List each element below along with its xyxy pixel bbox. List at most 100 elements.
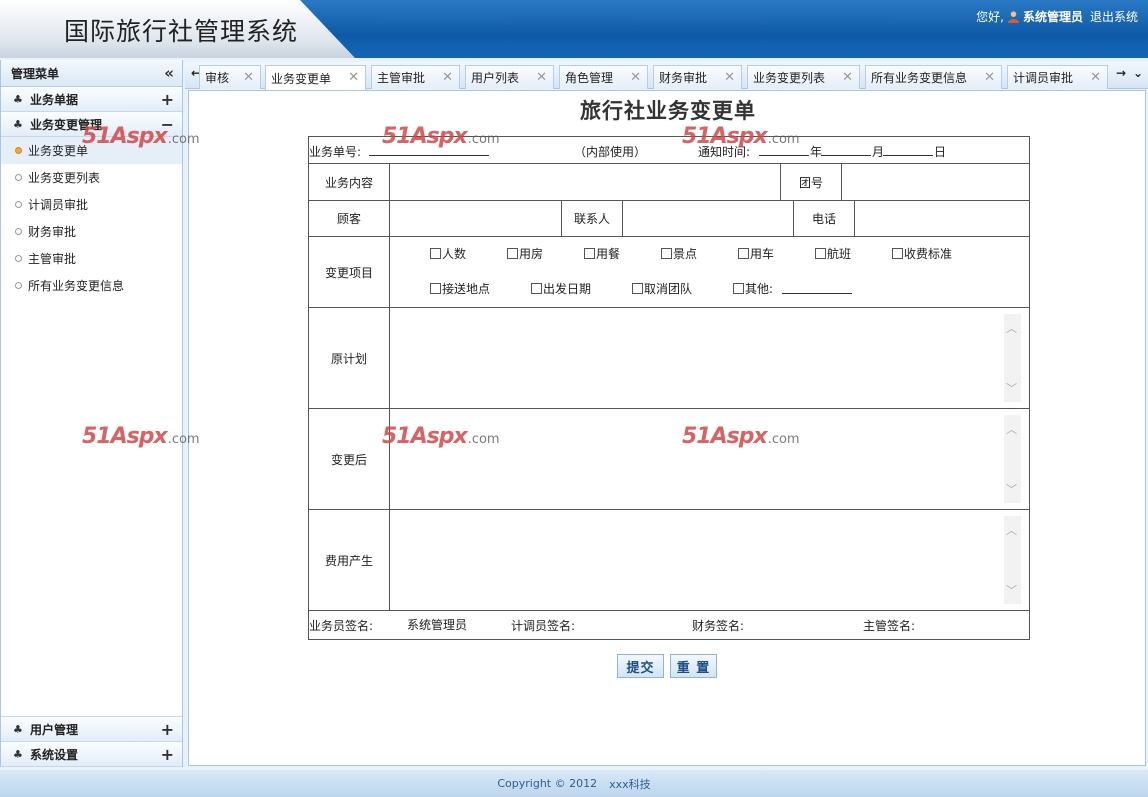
checkbox-departure-date[interactable]: 出发日期: [531, 280, 591, 297]
notice-year-field[interactable]: [759, 144, 809, 156]
scroll-down-icon[interactable]: ﹀: [1006, 380, 1017, 396]
scrollbar[interactable]: ︿ ﹀: [1004, 516, 1021, 604]
original-plan-textarea[interactable]: ︿ ﹀: [390, 308, 1029, 408]
group-no-field[interactable]: [842, 164, 1029, 200]
expand-icon[interactable]: +: [161, 720, 174, 739]
checkbox-pickup-location[interactable]: 接送地点: [430, 280, 490, 297]
checkbox-icon[interactable]: [738, 248, 749, 259]
tab-label: 计调员审批: [1013, 71, 1074, 85]
checkbox-icon[interactable]: [892, 248, 903, 259]
menu-group-change-management[interactable]: ♣ 业务变更管理 −: [1, 112, 182, 137]
sidebar-item-manager-approval[interactable]: 主管审批: [1, 245, 182, 272]
checkbox-icon[interactable]: [661, 248, 672, 259]
tab-scroll-right-icon[interactable]: →: [1116, 66, 1126, 80]
close-icon[interactable]: ✕: [630, 70, 641, 85]
checkbox-icon[interactable]: [430, 283, 441, 294]
menu-group-user-management[interactable]: ♣ 用户管理 +: [1, 717, 182, 742]
logout-link[interactable]: 退出系统: [1090, 8, 1138, 25]
checkbox-icon[interactable]: [507, 248, 518, 259]
tab-finance-approval[interactable]: 财务审批 ✕: [653, 65, 742, 89]
scroll-up-icon[interactable]: ︿: [1006, 522, 1017, 538]
customer-field[interactable]: [390, 201, 561, 236]
sidebar-bottom-groups: ♣ 用户管理 + ♣ 系统设置 +: [1, 716, 182, 767]
contact-field[interactable]: [623, 201, 793, 236]
tab-all-changes[interactable]: 所有业务变更信息 ✕: [865, 65, 1002, 89]
checkbox-icon[interactable]: [430, 248, 441, 259]
tab-label: 角色管理: [565, 71, 614, 85]
sidebar-item-change-list[interactable]: 业务变更列表: [1, 164, 182, 191]
menu-group-system-settings[interactable]: ♣ 系统设置 +: [1, 742, 182, 767]
bullet-icon: [15, 174, 22, 181]
scroll-down-icon[interactable]: ﹀: [1006, 582, 1017, 598]
tab-user-list[interactable]: 用户列表 ✕: [465, 65, 554, 89]
business-content-field[interactable]: [390, 164, 780, 200]
tab-label: 业务变更单: [271, 71, 332, 86]
tab-label: 财务审批: [659, 71, 708, 85]
checkbox-label: 取消团队: [644, 282, 693, 296]
close-icon[interactable]: ✕: [442, 70, 453, 85]
salesman-sign-value: 系统管理员: [407, 618, 468, 632]
day-label: 日: [934, 145, 947, 159]
tab-menu-chevron-icon[interactable]: ⌄: [1133, 66, 1143, 80]
order-no-field[interactable]: [369, 144, 489, 156]
tab-change-form[interactable]: 业务变更单 ✕: [265, 65, 366, 90]
group-no-label: 团号: [798, 175, 823, 190]
cost-textarea[interactable]: ︿ ﹀: [390, 510, 1029, 610]
checkbox-other[interactable]: 其他:: [733, 280, 773, 297]
checkbox-vehicle[interactable]: 用车: [738, 245, 774, 262]
notice-day-field[interactable]: [883, 144, 933, 156]
close-icon[interactable]: ✕: [984, 70, 995, 85]
close-icon[interactable]: ✕: [842, 70, 853, 85]
checkbox-cancel-group[interactable]: 取消团队: [632, 280, 692, 297]
reset-button[interactable]: 重 置: [670, 654, 717, 678]
collapse-sidebar-icon[interactable]: «: [164, 64, 174, 82]
checkbox-icon[interactable]: [733, 283, 744, 294]
phone-field[interactable]: [855, 201, 1029, 236]
business-content-label: 业务内容: [324, 175, 373, 190]
expand-icon[interactable]: +: [161, 90, 174, 109]
checkbox-icon[interactable]: [531, 283, 542, 294]
bullet-icon: [15, 147, 22, 154]
submit-button[interactable]: 提交: [617, 654, 664, 678]
checkbox-attractions[interactable]: 景点: [661, 245, 697, 262]
sidebar-item-all-changes[interactable]: 所有业务变更信息: [1, 272, 182, 299]
scroll-up-icon[interactable]: ︿: [1006, 320, 1017, 336]
sidebar-item-planner-approval[interactable]: 计调员审批: [1, 191, 182, 218]
form-row-after-change: 变更后 ︿ ﹀: [309, 409, 1029, 510]
expand-icon[interactable]: +: [161, 745, 174, 764]
tab-audit[interactable]: 审核 ✕: [199, 65, 261, 89]
scroll-down-icon[interactable]: ﹀: [1006, 481, 1017, 497]
tab-manager-approval[interactable]: 主管审批 ✕: [371, 65, 460, 89]
checkbox-icon[interactable]: [584, 248, 595, 259]
checkbox-people[interactable]: 人数: [430, 245, 466, 262]
scrollbar[interactable]: ︿ ﹀: [1004, 314, 1021, 402]
bullet-icon: [15, 228, 22, 235]
close-icon[interactable]: ✕: [243, 70, 254, 85]
checkbox-room[interactable]: 用房: [507, 245, 543, 262]
tab-change-list[interactable]: 业务变更列表 ✕: [747, 65, 860, 89]
other-field[interactable]: [782, 282, 852, 294]
cost-label: 费用产生: [324, 553, 373, 568]
checkbox-icon[interactable]: [632, 283, 643, 294]
menu-group-label: 用户管理: [30, 722, 79, 737]
scrollbar[interactable]: ︿ ﹀: [1004, 415, 1021, 503]
close-icon[interactable]: ✕: [1090, 70, 1101, 85]
tab-planner-approval[interactable]: 计调员审批 ✕: [1007, 65, 1108, 89]
form-row-cost: 费用产生 ︿ ﹀: [309, 510, 1029, 611]
menu-group-business-docs[interactable]: ♣ 业务单据 +: [1, 87, 182, 112]
after-change-textarea[interactable]: ︿ ﹀: [390, 409, 1029, 509]
checkbox-meals[interactable]: 用餐: [584, 245, 620, 262]
scroll-up-icon[interactable]: ︿: [1006, 421, 1017, 437]
collapse-icon[interactable]: −: [161, 115, 174, 134]
checkbox-fee-standard[interactable]: 收费标准: [892, 245, 952, 262]
sidebar-item-change-form[interactable]: 业务变更单: [1, 137, 182, 164]
copyright-text: Copyright © 2012: [497, 777, 598, 790]
notice-month-field[interactable]: [821, 144, 871, 156]
close-icon[interactable]: ✕: [536, 70, 547, 85]
close-icon[interactable]: ✕: [348, 70, 359, 85]
tab-role-management[interactable]: 角色管理 ✕: [559, 65, 648, 89]
close-icon[interactable]: ✕: [724, 70, 735, 85]
checkbox-icon[interactable]: [815, 248, 826, 259]
checkbox-flight[interactable]: 航班: [815, 245, 851, 262]
sidebar-item-finance-approval[interactable]: 财务审批: [1, 218, 182, 245]
